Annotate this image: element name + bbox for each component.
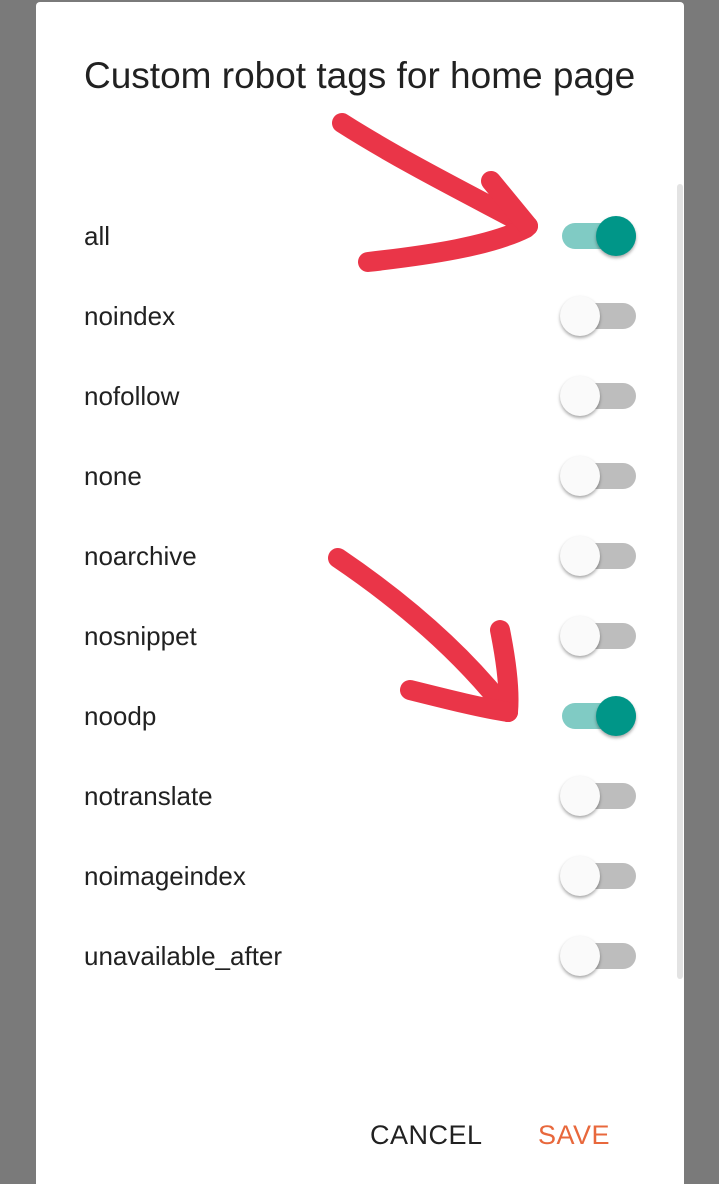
toggle-thumb <box>560 776 600 816</box>
robot-tag-label: nofollow <box>84 381 180 411</box>
robot-tag-toggle-unavailable-after[interactable] <box>560 936 638 976</box>
robot-tag-row-nosnippet[interactable]: nosnippet <box>36 596 684 676</box>
robot-tag-label: noindex <box>84 301 176 331</box>
robot-tag-row-noarchive[interactable]: noarchive <box>36 516 684 596</box>
robot-tag-toggle-noodp[interactable] <box>560 696 638 736</box>
dialog-title: Custom robot tags for home page <box>84 55 636 96</box>
robot-tag-toggle-noarchive[interactable] <box>560 536 638 576</box>
robot-tag-label: all <box>84 221 111 251</box>
robot-tag-label: nosnippet <box>84 621 197 651</box>
robot-tag-row-noodp[interactable]: noodp <box>36 676 684 756</box>
robot-tag-label: noodp <box>84 701 157 731</box>
cancel-button[interactable]: CANCEL <box>370 1110 483 1160</box>
toggle-thumb <box>560 376 600 416</box>
dialog-actions: CANCEL SAVE <box>36 1110 684 1160</box>
robot-tag-row-noindex[interactable]: noindex <box>36 276 684 356</box>
dialog-scrollbar[interactable] <box>677 184 683 979</box>
robot-tag-toggle-none[interactable] <box>560 456 638 496</box>
robot-tag-label: noimageindex <box>84 861 246 891</box>
robot-tag-row-all[interactable]: all <box>36 196 684 276</box>
robot-tag-toggle-noimageindex[interactable] <box>560 856 638 896</box>
toggle-thumb <box>560 936 600 976</box>
robot-tags-dialog: Custom robot tags for home page all noin… <box>36 2 684 1184</box>
robot-tags-list: all noindex nofollow none noarchive nosn… <box>36 196 684 996</box>
robot-tag-label: none <box>84 461 142 491</box>
toggle-thumb <box>560 856 600 896</box>
toggle-thumb <box>560 616 600 656</box>
robot-tag-toggle-noindex[interactable] <box>560 296 638 336</box>
save-button[interactable]: SAVE <box>538 1110 610 1160</box>
robot-tag-toggle-nofollow[interactable] <box>560 376 638 416</box>
robot-tag-toggle-nosnippet[interactable] <box>560 616 638 656</box>
robot-tag-row-nofollow[interactable]: nofollow <box>36 356 684 436</box>
robot-tag-row-none[interactable]: none <box>36 436 684 516</box>
robot-tag-label: notranslate <box>84 781 213 811</box>
robot-tag-row-unavailable-after[interactable]: unavailable_after <box>36 916 684 996</box>
toggle-thumb <box>560 456 600 496</box>
toggle-thumb <box>596 216 636 256</box>
robot-tag-row-notranslate[interactable]: notranslate <box>36 756 684 836</box>
robot-tag-label: unavailable_after <box>84 941 283 971</box>
toggle-thumb <box>560 536 600 576</box>
toggle-thumb <box>560 296 600 336</box>
robot-tag-toggle-all[interactable] <box>560 216 638 256</box>
robot-tag-label: noarchive <box>84 541 197 571</box>
robot-tag-row-noimageindex[interactable]: noimageindex <box>36 836 684 916</box>
toggle-thumb <box>596 696 636 736</box>
robot-tag-toggle-notranslate[interactable] <box>560 776 638 816</box>
